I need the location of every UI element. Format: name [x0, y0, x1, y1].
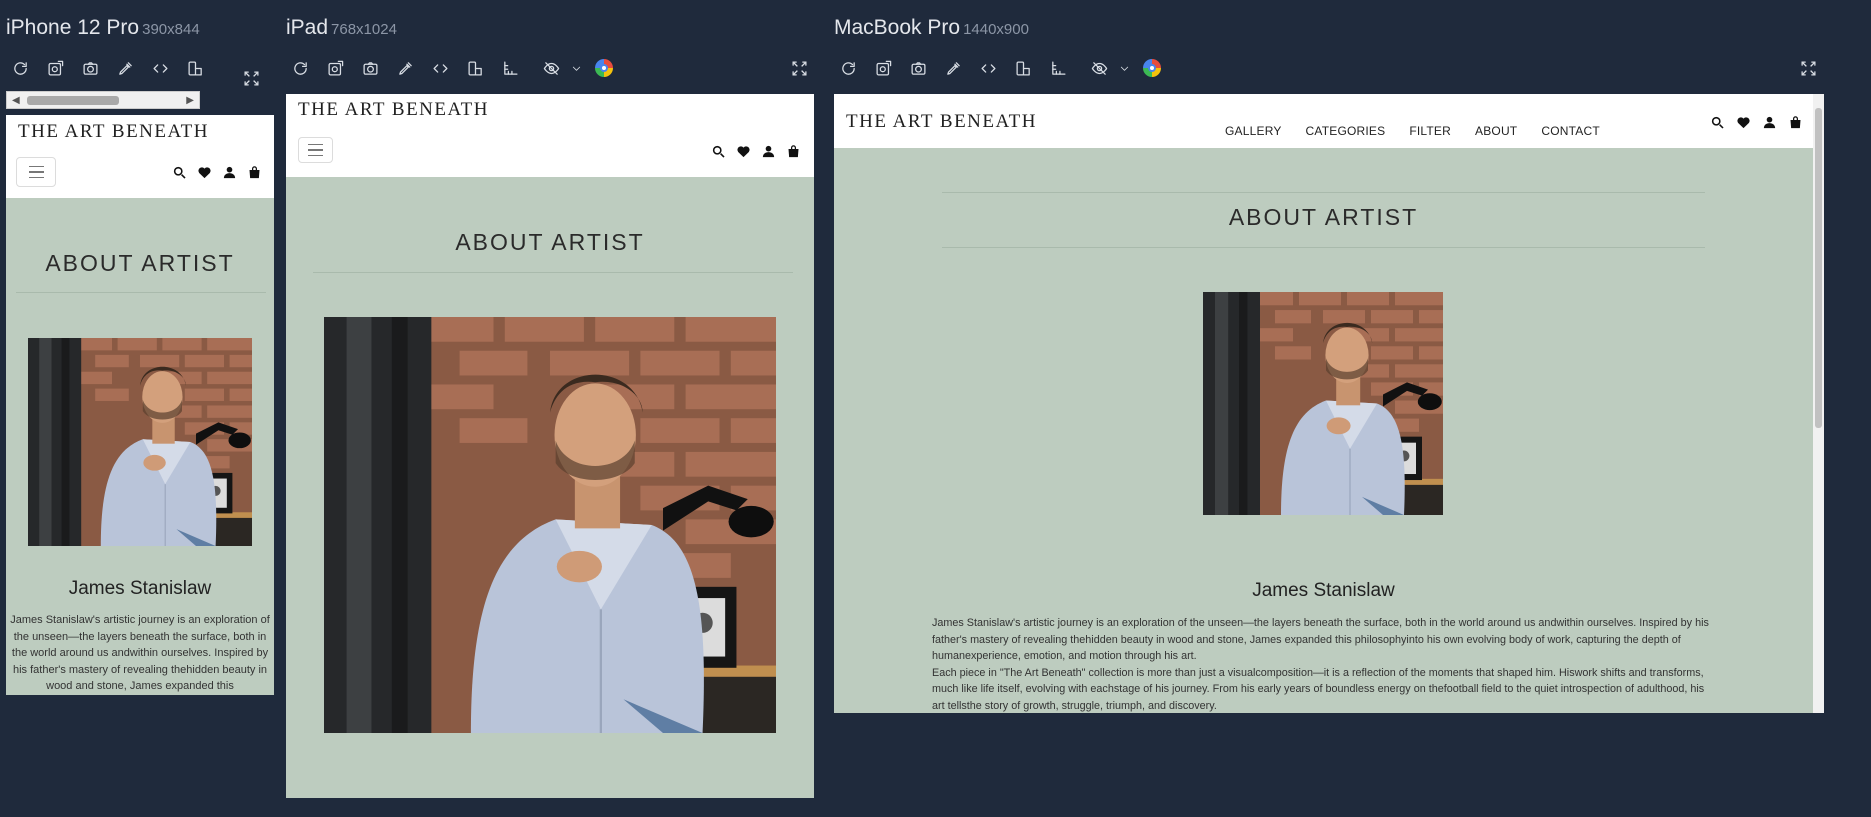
- device-name: iPhone 12 Pro: [6, 16, 140, 39]
- scrollbar-thumb[interactable]: [1815, 108, 1822, 428]
- nav-about[interactable]: ABOUT: [1475, 124, 1517, 138]
- device-name: MacBook Pro: [834, 16, 961, 39]
- heart-icon[interactable]: [736, 144, 751, 159]
- artist-bio: James Stanislaw's artistic journey is an…: [10, 614, 270, 692]
- site-header: THE ART BENEATH GALLERY CATEGORIES FILTE…: [834, 94, 1813, 148]
- screenshot-full-icon[interactable]: [318, 55, 353, 81]
- camera-icon[interactable]: [73, 55, 108, 81]
- brand-logo[interactable]: THE ART BENEATH: [18, 121, 209, 143]
- bag-icon[interactable]: [1788, 115, 1803, 130]
- eyedropper-icon[interactable]: [108, 55, 143, 81]
- ruler-icon[interactable]: [1041, 55, 1076, 81]
- artist-bio: James Stanislaw's artistic journey is an…: [932, 615, 1712, 713]
- menu-toggle-button[interactable]: [298, 137, 333, 163]
- eyedropper-icon[interactable]: [388, 55, 423, 81]
- bag-icon[interactable]: [247, 165, 262, 180]
- divider: [16, 292, 266, 293]
- chevron-down-icon[interactable]: [1117, 55, 1131, 81]
- section-title: ABOUT ARTIST: [45, 250, 235, 276]
- nav-filter[interactable]: FILTER: [1409, 124, 1451, 138]
- fullscreen-icon[interactable]: [789, 58, 809, 78]
- iphone-viewport: THE ART BENEATH ABOUT ARTIST James Stani…: [6, 115, 274, 695]
- user-icon[interactable]: [222, 165, 237, 180]
- code-icon[interactable]: [971, 55, 1006, 81]
- main-nav: GALLERY CATEGORIES FILTER ABOUT CONTACT: [1225, 124, 1600, 138]
- refresh-icon[interactable]: [3, 55, 38, 81]
- search-icon[interactable]: [1710, 115, 1725, 130]
- divider-bottom: [942, 247, 1705, 248]
- brand-logo[interactable]: THE ART BENEATH: [846, 111, 1037, 133]
- refresh-icon[interactable]: [831, 55, 866, 81]
- brand-logo[interactable]: THE ART BENEATH: [298, 99, 489, 121]
- site-header: THE ART BENEATH: [286, 94, 814, 177]
- user-icon[interactable]: [1762, 115, 1777, 130]
- ruler-icon[interactable]: [493, 55, 528, 81]
- site-header: THE ART BENEATH: [6, 115, 274, 198]
- eyedropper-icon[interactable]: [936, 55, 971, 81]
- header-icons: [1710, 115, 1803, 130]
- heart-icon[interactable]: [197, 165, 212, 180]
- ipad-viewport: THE ART BENEATH ABOUT ARTIST: [286, 94, 814, 798]
- device-toolbar-macbook: [831, 55, 1161, 81]
- bio-paragraph-2: Each piece in "The Art Beneath" collecti…: [932, 666, 1705, 712]
- code-icon[interactable]: [143, 55, 178, 81]
- device-label-macbook: MacBook Pro 1440x900: [834, 16, 1029, 40]
- rotate-device-icon[interactable]: [178, 55, 213, 81]
- nav-gallery[interactable]: GALLERY: [1225, 124, 1282, 138]
- divider: [313, 272, 793, 273]
- bag-icon[interactable]: [786, 144, 801, 159]
- hide-icon[interactable]: [1082, 55, 1117, 81]
- rotate-device-icon[interactable]: [1006, 55, 1041, 81]
- scrollbar-thumb[interactable]: [27, 96, 119, 105]
- header-icons: [711, 144, 801, 159]
- nav-contact[interactable]: CONTACT: [1541, 124, 1600, 138]
- section-title: ABOUT ARTIST: [455, 229, 645, 255]
- header-icons: [172, 165, 262, 180]
- device-toolbar-iphone: [3, 55, 213, 81]
- section-title: ABOUT ARTIST: [1228, 204, 1419, 230]
- code-icon[interactable]: [423, 55, 458, 81]
- chevron-down-icon[interactable]: [569, 55, 583, 81]
- artist-name: James Stanislaw: [68, 578, 212, 599]
- color-picker-icon[interactable]: [1143, 59, 1161, 77]
- horizontal-scrollbar[interactable]: ◀ ▶: [6, 91, 200, 109]
- macbook-viewport: THE ART BENEATH GALLERY CATEGORIES FILTE…: [834, 94, 1824, 713]
- device-dims: 390x844: [142, 21, 200, 38]
- fullscreen-icon[interactable]: [241, 68, 261, 88]
- screenshot-full-icon[interactable]: [38, 55, 73, 81]
- heart-icon[interactable]: [1736, 115, 1751, 130]
- artist-name: James Stanislaw: [1252, 580, 1395, 601]
- user-icon[interactable]: [761, 144, 776, 159]
- bio-paragraph-1: James Stanislaw's artistic journey is an…: [932, 617, 1709, 662]
- search-icon[interactable]: [711, 144, 726, 159]
- device-name: iPad: [286, 16, 329, 39]
- rotate-device-icon[interactable]: [458, 55, 493, 81]
- device-toolbar-ipad: [283, 55, 613, 81]
- divider-top: [942, 192, 1705, 193]
- refresh-icon[interactable]: [283, 55, 318, 81]
- device-label-iphone: iPhone 12 Pro 390x844: [6, 16, 200, 40]
- vertical-scrollbar[interactable]: [1813, 94, 1824, 713]
- device-label-ipad: iPad 768x1024: [286, 16, 397, 40]
- scroll-right-icon[interactable]: ▶: [186, 95, 194, 106]
- color-picker-icon[interactable]: [595, 59, 613, 77]
- scroll-left-icon[interactable]: ◀: [12, 95, 20, 106]
- artist-portrait: [324, 317, 776, 733]
- artist-portrait: [1203, 292, 1443, 515]
- device-dims: 1440x900: [963, 21, 1029, 38]
- device-dims: 768x1024: [331, 21, 397, 38]
- camera-icon[interactable]: [901, 55, 936, 81]
- nav-categories[interactable]: CATEGORIES: [1306, 124, 1386, 138]
- fullscreen-icon[interactable]: [1798, 58, 1818, 78]
- screenshot-full-icon[interactable]: [866, 55, 901, 81]
- camera-icon[interactable]: [353, 55, 388, 81]
- artist-portrait: [28, 338, 252, 546]
- search-icon[interactable]: [172, 165, 187, 180]
- menu-toggle-button[interactable]: [16, 157, 56, 187]
- hide-icon[interactable]: [534, 55, 569, 81]
